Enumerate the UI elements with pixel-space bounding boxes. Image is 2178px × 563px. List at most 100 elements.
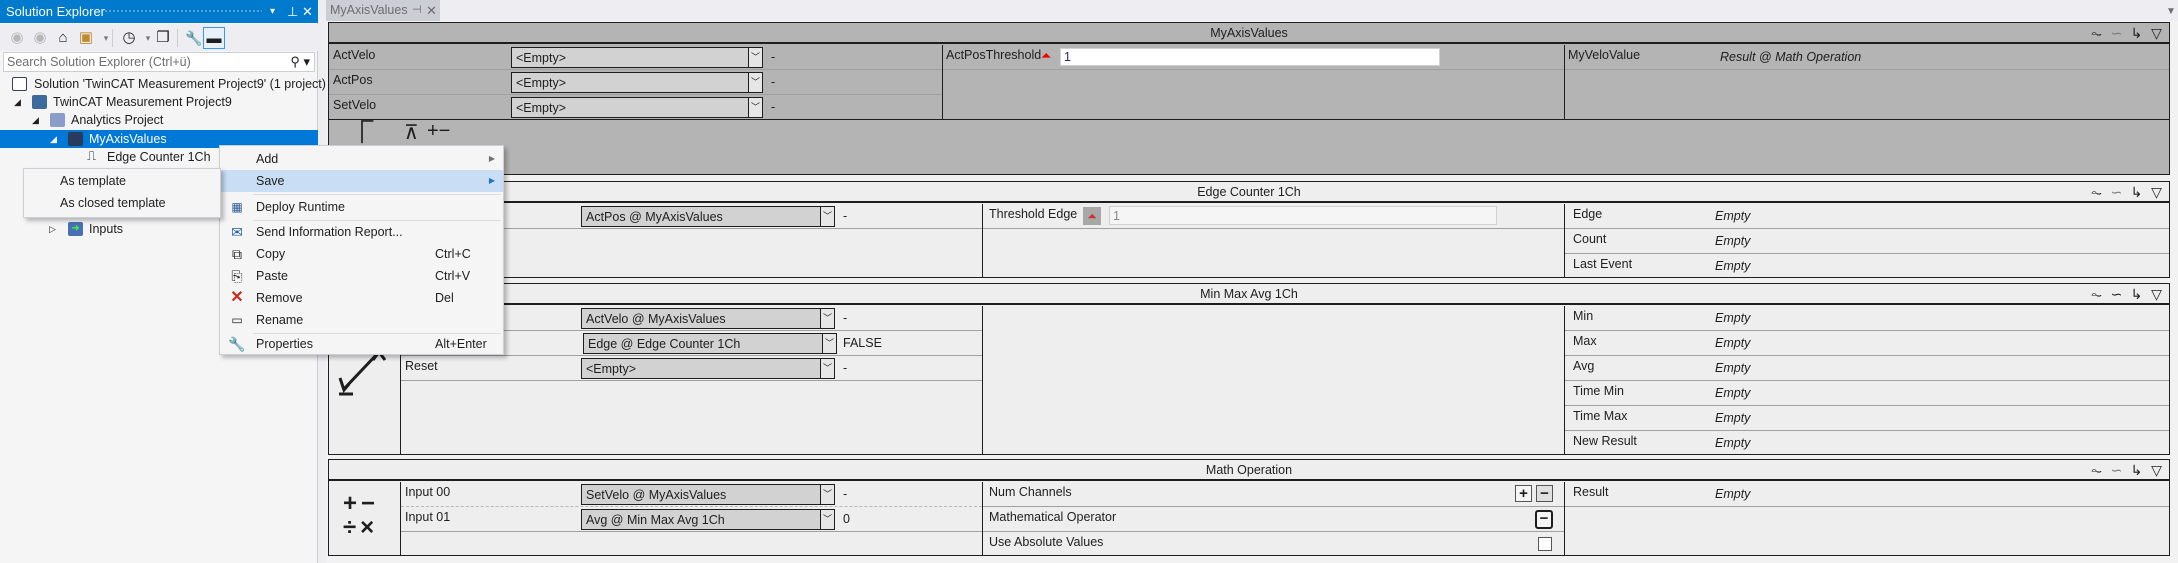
- menu-item-send-information-report[interactable]: ✉ Send Information Report...: [221, 221, 503, 243]
- min-max-avg-tool-icon[interactable]: ⊼: [404, 122, 419, 144]
- expand-arrow-icon[interactable]: ▷: [49, 220, 56, 238]
- scope-icon[interactable]: ⏦: [2088, 461, 2105, 479]
- close-tab-icon[interactable]: ✕: [426, 0, 437, 21]
- chevron-down-icon[interactable]: ﹀: [822, 334, 836, 353]
- search-solution-explorer-input[interactable]: Search Solution Explorer (Ctrl+ü) ⚲ ▾: [3, 52, 315, 72]
- switch-views-dropdown-icon[interactable]: ▾: [95, 27, 117, 49]
- input-source-combobox[interactable]: <Empty> ﹀: [511, 72, 763, 93]
- threshold-input[interactable]: 1: [1060, 48, 1440, 66]
- outputs-column: Result Empty: [1565, 482, 2169, 555]
- config-column: Threshold Edge ⏶ 1: [983, 204, 1565, 277]
- menu-item-rename[interactable]: ▭ Rename: [221, 309, 503, 331]
- switch-views-icon[interactable]: ▣: [75, 27, 97, 49]
- input-source-combobox[interactable]: Avg @ Min Max Avg 1Ch ﹀: [581, 509, 835, 530]
- math-operation-tool-icon[interactable]: +−: [427, 120, 450, 142]
- input-value: 0: [843, 512, 850, 526]
- output-label: MyVeloValue: [1568, 48, 1641, 62]
- chevron-down-icon[interactable]: ﹀: [748, 98, 762, 117]
- collapse-all-icon[interactable]: ❐: [152, 27, 174, 49]
- input-source-combobox[interactable]: ActVelo @ MyAxisValues ﹀: [581, 308, 835, 329]
- chevron-down-icon[interactable]: ﹀: [748, 48, 762, 67]
- menu-item-add[interactable]: Add ▶: [221, 148, 503, 170]
- menu-item-as-template[interactable]: As template: [60, 174, 126, 188]
- link-icon[interactable]: ∽: [2108, 24, 2125, 42]
- add-channel-button[interactable]: +: [1515, 485, 1532, 502]
- chevron-down-icon[interactable]: ﹀: [820, 207, 834, 226]
- back-icon[interactable]: ◉: [6, 27, 28, 49]
- threshold-edge-icon: ⏶: [1083, 207, 1101, 225]
- properties-wrench-icon[interactable]: 🔧: [183, 27, 205, 49]
- input-source-combobox[interactable]: <Empty> ﹀: [511, 97, 763, 118]
- rename-icon: ▭: [231, 313, 243, 327]
- input-source-combobox[interactable]: SetVelo @ MyAxisValues ﹀: [581, 484, 835, 505]
- block-title: Min Max Avg 1Ch: [1200, 287, 1298, 301]
- input-value: -: [771, 50, 776, 64]
- menu-label: Remove: [256, 291, 303, 305]
- close-panel-icon[interactable]: ✕: [302, 0, 313, 23]
- scope-icon[interactable]: ⏦: [2088, 285, 2105, 303]
- collapse-icon[interactable]: ▽: [2148, 461, 2165, 479]
- output-value: Result @ Math Operation: [1720, 50, 1862, 64]
- link-icon[interactable]: ∽: [2108, 183, 2125, 201]
- tree-item-solution[interactable]: Solution 'TwinCAT Measurement Project9' …: [0, 75, 326, 93]
- input-value: -: [843, 361, 848, 375]
- home-icon[interactable]: ⌂: [52, 27, 74, 49]
- mathematical-operator-button[interactable]: −: [1535, 510, 1553, 529]
- output-label: Max: [1573, 334, 1597, 348]
- chevron-down-icon[interactable]: ﹀: [748, 73, 762, 92]
- collapse-icon[interactable]: ▽: [2148, 285, 2165, 303]
- search-icon[interactable]: ⚲ ▾: [290, 53, 310, 71]
- block-header[interactable]: Min Max Avg 1Ch ⏦ ∽ ↳ ▽: [329, 284, 2169, 305]
- block-header[interactable]: Edge Counter 1Ch ⏦ ∽ ↳ ▽: [329, 182, 2169, 203]
- input-source-combobox[interactable]: Edge @ Edge Counter 1Ch ﹀: [583, 333, 837, 354]
- link-icon[interactable]: ∽: [2108, 461, 2125, 479]
- input-source-combobox[interactable]: <Empty> ﹀: [581, 358, 835, 379]
- menu-item-deploy-runtime[interactable]: ▦ Deploy Runtime: [221, 196, 503, 218]
- use-absolute-values-checkbox[interactable]: [1538, 537, 1552, 551]
- block-header[interactable]: MyAxisValues ⏦ ∽ ↳ ▽: [329, 23, 2169, 44]
- menu-item-as-closed-template[interactable]: As closed template: [60, 196, 166, 210]
- expand-arrow-icon[interactable]: ◢: [14, 93, 21, 111]
- scope-icon[interactable]: ⏦: [2088, 183, 2105, 201]
- menu-item-properties[interactable]: 🔧 Properties Alt+Enter: [221, 333, 503, 355]
- input-source-combobox[interactable]: <Empty> ﹀: [511, 47, 763, 68]
- window-position-dropdown-icon[interactable]: ▾: [270, 0, 275, 23]
- collapse-icon[interactable]: ▽: [2148, 24, 2165, 42]
- threshold-edge-input[interactable]: 1: [1109, 206, 1497, 225]
- reset-icon[interactable]: ↳: [2128, 24, 2145, 42]
- tree-item-analytics-project[interactable]: ◢ Analytics Project: [0, 111, 318, 129]
- remove-channel-button[interactable]: −: [1536, 485, 1553, 502]
- input-source-combobox[interactable]: ActPos @ MyAxisValues ﹀: [581, 206, 835, 227]
- forward-icon[interactable]: ◉: [29, 27, 51, 49]
- threshold-value: 1: [1064, 50, 1071, 64]
- tab-myaxisvalues[interactable]: MyAxisValues ⊣ ✕: [326, 0, 440, 21]
- chevron-down-icon[interactable]: ﹀: [820, 485, 834, 504]
- reset-icon[interactable]: ↳: [2128, 183, 2145, 201]
- edge-counter-tool-icon[interactable]: ⎾: [351, 122, 373, 144]
- output-row: Result Empty: [1565, 482, 2169, 507]
- menu-item-save[interactable]: Save ▶: [221, 170, 503, 192]
- expand-arrow-icon[interactable]: ◢: [50, 130, 57, 148]
- collapse-icon[interactable]: ▽: [2148, 183, 2165, 201]
- output-row: New Result Empty: [1565, 431, 2169, 456]
- chevron-down-icon[interactable]: ﹀: [820, 309, 834, 328]
- scope-icon[interactable]: ⏦: [2088, 24, 2105, 42]
- menu-item-copy[interactable]: ⧉ Copy Ctrl+C: [221, 243, 503, 265]
- link-icon[interactable]: ∽: [2108, 285, 2125, 303]
- chevron-down-icon[interactable]: ﹀: [820, 510, 834, 529]
- menu-shortcut: Ctrl+C: [435, 247, 471, 261]
- menu-item-paste[interactable]: ⎘ Paste Ctrl+V: [221, 265, 503, 287]
- block-header[interactable]: Math Operation ⏦ ∽ ↳ ▽: [329, 460, 2169, 481]
- reset-icon[interactable]: ↳: [2128, 461, 2145, 479]
- output-value: Empty: [1715, 209, 1751, 223]
- menu-item-remove[interactable]: ✕ Remove Del: [221, 287, 503, 309]
- input-value: -: [843, 487, 848, 501]
- expand-arrow-icon[interactable]: ◢: [32, 111, 39, 129]
- pin-tab-icon[interactable]: ⊣: [412, 0, 422, 21]
- reset-icon[interactable]: ↳: [2128, 285, 2145, 303]
- tree-item-measurement-project[interactable]: ◢ TwinCAT Measurement Project9: [0, 93, 318, 111]
- chevron-down-icon[interactable]: ﹀: [820, 359, 834, 378]
- preview-selected-items-icon[interactable]: ▬: [203, 27, 225, 49]
- auto-hide-pin-icon[interactable]: ⊥: [287, 0, 298, 23]
- tab-list-dropdown-icon[interactable]: ▼: [2166, 6, 2176, 17]
